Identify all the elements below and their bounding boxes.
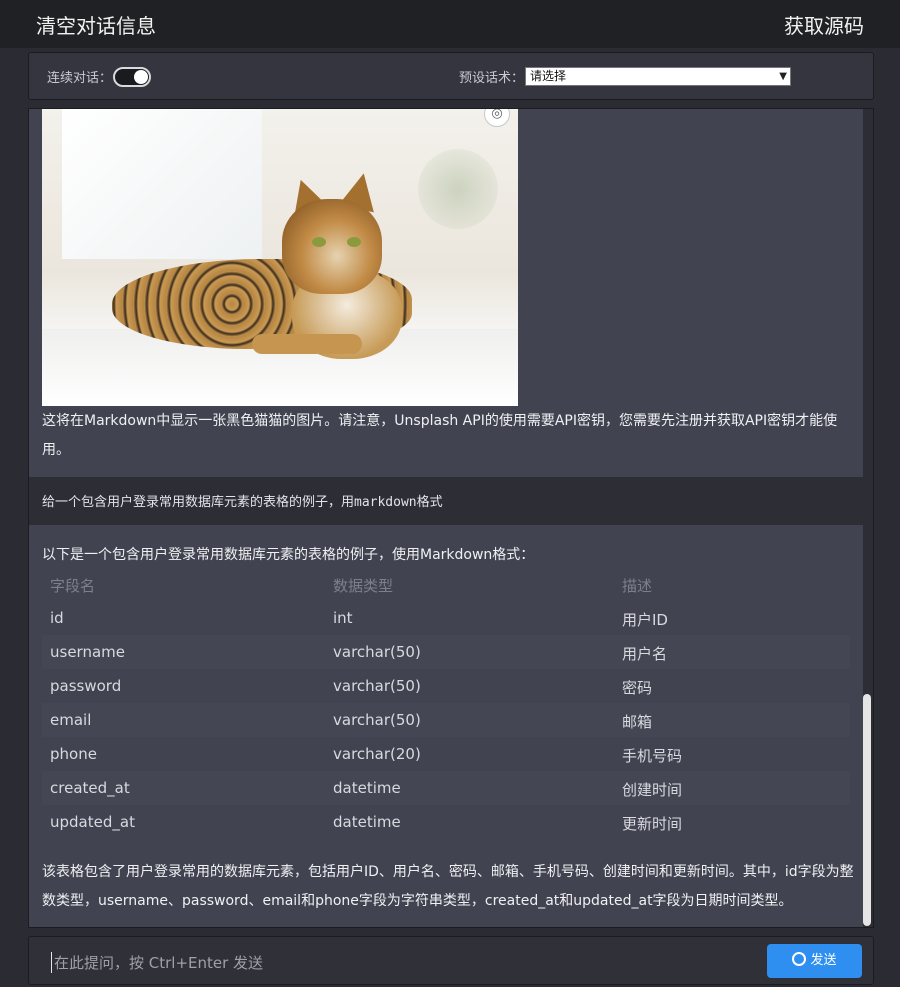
cat-paw (252, 334, 362, 354)
table-cell: 更新时间 (622, 815, 683, 833)
table-body: id int 用户ID username varchar(50) 用户名 pas… (42, 601, 850, 839)
bot-message: 以下是一个包含用户登录常用数据库元素的表格的例子，使用Markdown格式： 字… (29, 525, 863, 927)
input-bar: 在此提问，按 Ctrl+Enter 发送 发送 (28, 936, 874, 985)
preset-select[interactable]: 请选择 ▼ (525, 67, 791, 86)
image-window-light (62, 109, 262, 259)
table-row: id int 用户ID (42, 601, 850, 635)
table-cell: varchar(50) (333, 677, 421, 695)
table-cell: created_at (50, 779, 130, 797)
send-button[interactable]: 发送 (767, 944, 862, 978)
table-cell: datetime (333, 813, 401, 831)
table-cell: varchar(20) (333, 745, 421, 763)
send-icon (792, 952, 807, 966)
chat-scrollbar[interactable] (863, 694, 871, 926)
get-source-link[interactable]: 获取源码 (784, 10, 864, 39)
table-cell: 用户名 (622, 645, 668, 663)
continuous-chat-toggle[interactable] (113, 67, 151, 87)
table-header: 字段名 数据类型 描述 (42, 567, 850, 601)
table-cell: 用户ID (622, 611, 668, 629)
table-header-cell: 描述 (622, 577, 653, 595)
table-cell: id (50, 609, 64, 627)
table-cell: 创建时间 (622, 781, 683, 799)
table-cell: 邮箱 (622, 713, 653, 731)
bot-message-text: 这将在Markdown中显示一张黑色猫猫的图片。请注意，Unsplash API… (42, 413, 838, 458)
cat-image (42, 109, 518, 406)
preset-label: 预设话术： (459, 71, 525, 86)
table-cell: email (50, 711, 92, 729)
cat-head (282, 199, 382, 294)
continuous-chat-label: 连续对话： (47, 71, 113, 86)
table-row: password varchar(50) 密码 (42, 669, 850, 703)
table-cell: password (50, 677, 122, 695)
table-header-cell: 数据类型 (333, 577, 394, 595)
table-row: updated_at datetime 更新时间 (42, 805, 850, 839)
cat-eye-left (312, 237, 326, 247)
table-cell: 手机号码 (622, 747, 683, 765)
image-plant (418, 149, 498, 229)
table-header-cell: 字段名 (50, 577, 96, 595)
table-cell: datetime (333, 779, 401, 797)
bot-message: ◎ 这将在Markdown中显示一张黑色猫猫的图片。请注意，Unsplash A… (29, 109, 863, 477)
chevron-down-icon: ▼ (779, 71, 787, 82)
table-cell: int (333, 609, 353, 627)
table-cell: updated_at (50, 813, 135, 831)
table-row: phone varchar(20) 手机号码 (42, 737, 850, 771)
table-row: email varchar(50) 邮箱 (42, 703, 850, 737)
send-button-label: 发送 (810, 953, 837, 968)
bot-message-summary: 该表格包含了用户登录常用的数据库元素，包括用户ID、用户名、密码、邮箱、手机号码… (42, 864, 854, 909)
cat-eye-right (347, 237, 361, 247)
table-cell: varchar(50) (333, 643, 421, 661)
top-bar: 清空对话信息 获取源码 (0, 0, 900, 48)
table-cell: varchar(50) (333, 711, 421, 729)
table-cell: 密码 (622, 679, 653, 697)
controls-bar: 连续对话： 预设话术： 请选择 ▼ (28, 52, 874, 100)
fields-table: 字段名 数据类型 描述 id int 用户ID username varchar… (42, 567, 850, 839)
user-message: 给一个包含用户登录常用数据库元素的表格的例子，用markdown格式 (29, 477, 863, 525)
table-cell: phone (50, 745, 97, 763)
preset-select-value: 请选择 (530, 69, 567, 83)
user-message-text: 给一个包含用户登录常用数据库元素的表格的例子，用markdown格式 (42, 495, 443, 510)
table-row: created_at datetime 创建时间 (42, 771, 850, 805)
table-cell: username (50, 643, 125, 661)
clear-conversation-button[interactable]: 清空对话信息 (36, 10, 156, 39)
bot-message-intro: 以下是一个包含用户登录常用数据库元素的表格的例子，使用Markdown格式： (42, 547, 535, 563)
table-row: username varchar(50) 用户名 (42, 635, 850, 669)
chat-area[interactable]: ◎ 这将在Markdown中显示一张黑色猫猫的图片。请注意，Unsplash A… (28, 108, 874, 928)
toggle-knob (134, 70, 148, 84)
question-input[interactable]: 在此提问，按 Ctrl+Enter 发送 (51, 952, 263, 973)
